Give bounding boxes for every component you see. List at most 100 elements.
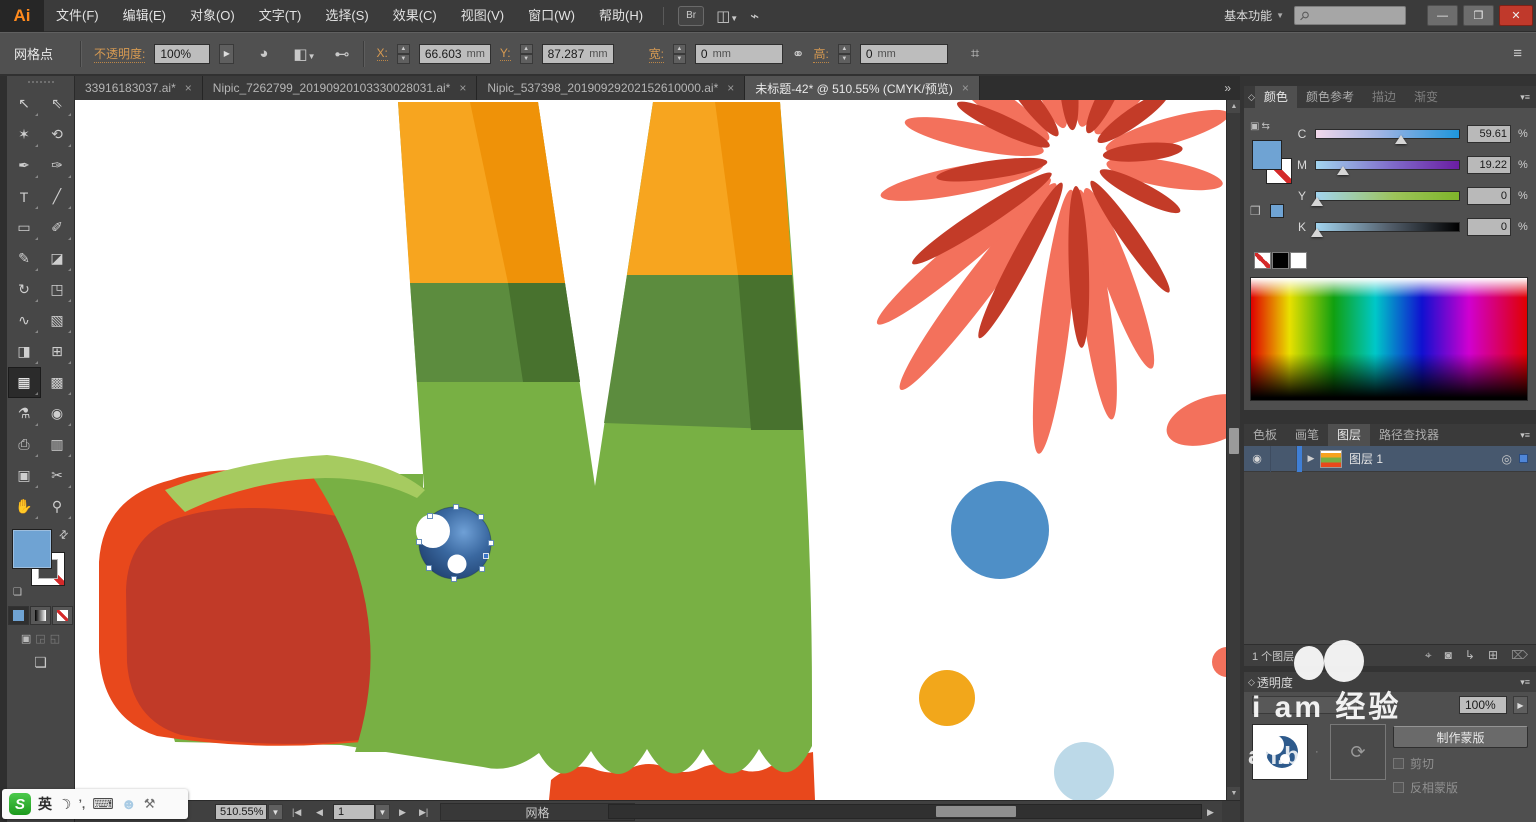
collapse-icon[interactable]: ◇ <box>1244 86 1255 108</box>
close-button[interactable]: ✕ <box>1499 5 1533 26</box>
menu-effect[interactable]: 效果(C) <box>381 0 449 32</box>
arrange-documents-icon[interactable]: ◫▼ <box>716 7 738 25</box>
tool-eraser[interactable]: ◪ <box>41 243 74 274</box>
artboard-dropdown-icon[interactable]: ▼ <box>375 804 390 820</box>
menu-edit[interactable]: 编辑(E) <box>111 0 178 32</box>
tool-direct-selection[interactable]: ⇖ <box>41 88 74 119</box>
opacity-dropdown-icon[interactable]: ▶ <box>1513 696 1528 714</box>
color-spectrum[interactable] <box>1250 277 1528 401</box>
link-dimensions-icon[interactable]: ⚭ <box>792 45 805 63</box>
black-value-input[interactable]: 0 <box>1467 218 1511 236</box>
y-stepper[interactable]: ▲▼ <box>520 44 533 64</box>
hscroll-right-icon[interactable]: ▶ <box>1203 801 1218 822</box>
layer-target-icon[interactable]: ◎ <box>1502 452 1512 466</box>
restore-button[interactable]: ❐ <box>1463 5 1494 26</box>
expand-layer-icon[interactable]: ▶ <box>1302 453 1320 464</box>
horizontal-scrollbar[interactable] <box>608 804 1202 819</box>
transform-icon[interactable]: ⌗ <box>971 45 979 62</box>
user-icon[interactable]: ☻ <box>121 796 137 813</box>
document-tab-active[interactable]: 未标题-42* @ 510.55% (CMYK/预览)× <box>745 76 980 100</box>
menu-object[interactable]: 对象(O) <box>178 0 247 32</box>
cyan-value-input[interactable]: 59.61 <box>1467 125 1511 143</box>
black-swatch[interactable] <box>1272 252 1289 269</box>
width-label[interactable]: 宽: <box>649 45 664 63</box>
visibility-eye-icon[interactable]: ◉ <box>1244 446 1271 472</box>
tab-close-icon[interactable]: × <box>459 81 466 95</box>
tool-artboard[interactable]: ▣ <box>8 460 41 491</box>
black-slider[interactable] <box>1315 222 1460 232</box>
wrench-icon[interactable]: ⚒ <box>144 796 156 812</box>
x-stepper[interactable]: ▲▼ <box>397 44 410 64</box>
tool-mesh[interactable]: ▦ <box>8 367 41 398</box>
tool-curvature[interactable]: ✑ <box>41 150 74 181</box>
collapse-icon[interactable]: ◇ <box>1244 671 1255 693</box>
tool-slice[interactable]: ✂ <box>41 460 74 491</box>
lock-column[interactable] <box>1271 446 1297 472</box>
artboard-first-button[interactable]: |◀ <box>288 801 305 822</box>
height-label[interactable]: 高: <box>813 45 828 63</box>
tool-symbol-sprayer[interactable]: ⎙ <box>8 429 41 460</box>
opacity-label[interactable]: 不透明度: <box>94 45 145 63</box>
tool-shape-builder[interactable]: ◨ <box>8 336 41 367</box>
out-of-gamut-icon[interactable]: ❒ <box>1250 204 1261 218</box>
tool-gradient[interactable]: ▩ <box>41 367 74 398</box>
search-input[interactable]: ⚲ <box>1294 6 1406 25</box>
share-icon[interactable]: ⌁ <box>750 7 759 25</box>
fill-proxy-swatch[interactable] <box>1252 140 1282 170</box>
object-thumbnail[interactable] <box>1252 724 1308 780</box>
sogou-logo[interactable]: S <box>9 793 31 815</box>
slider-thumb[interactable] <box>1395 135 1407 144</box>
slider-thumb[interactable] <box>1311 228 1323 237</box>
tool-perspective-grid[interactable]: ⊞ <box>41 336 74 367</box>
panel-menu-icon[interactable]: ▾≡ <box>1514 86 1536 108</box>
width-stepper[interactable]: ▲▼ <box>673 44 686 64</box>
punctuation-icon[interactable]: ’, <box>79 797 86 811</box>
opacity-dropdown-icon[interactable]: ▶ <box>219 44 234 64</box>
yellow-slider[interactable] <box>1315 191 1460 201</box>
panel-grip[interactable] <box>7 76 74 88</box>
fill-swatch[interactable] <box>12 529 52 569</box>
tool-magic-wand[interactable]: ✶ <box>8 119 41 150</box>
draw-normal-icon[interactable]: ▣ <box>21 632 31 645</box>
last-color-swatch[interactable] <box>1270 204 1284 218</box>
tool-lasso[interactable]: ⟲ <box>41 119 74 150</box>
opacity-input[interactable]: 100% <box>154 44 210 64</box>
x-label[interactable]: X: <box>377 46 388 61</box>
tab-gradient[interactable]: 渐变 <box>1405 86 1447 108</box>
donkey-artwork[interactable] <box>99 102 815 800</box>
panel-menu-icon[interactable]: ▾≡ <box>1514 424 1536 446</box>
artboard-prev-button[interactable]: ◀ <box>312 801 327 822</box>
ime-toolbar[interactable]: S 英 ☽ ’, ⌨ ☻ ⚒ <box>2 789 188 819</box>
y-input[interactable]: 87.287mm <box>542 44 614 64</box>
menu-file[interactable]: 文件(F) <box>44 0 111 32</box>
ime-language-toggle[interactable]: 英 <box>38 794 52 814</box>
control-panel-menu-icon[interactable]: ≡ <box>1513 45 1522 62</box>
make-mask-button[interactable]: 制作蒙版 <box>1393 726 1528 748</box>
none-swatch[interactable] <box>1254 252 1271 269</box>
tab-layers[interactable]: 图层 <box>1328 424 1370 446</box>
tab-brushes[interactable]: 画笔 <box>1286 424 1328 446</box>
tab-swatches[interactable]: 色板 <box>1244 424 1286 446</box>
menu-view[interactable]: 视图(V) <box>449 0 516 32</box>
transparency-opacity-input[interactable]: 100% <box>1459 696 1507 714</box>
scroll-down-icon[interactable]: ▼ <box>1227 787 1241 800</box>
locate-object-icon[interactable]: ⌖ <box>1425 648 1432 663</box>
moon-icon[interactable]: ☽ <box>56 794 74 814</box>
screen-mode-icon[interactable]: ❏ <box>7 654 74 671</box>
tool-rotate[interactable]: ↻ <box>8 274 41 305</box>
height-input[interactable]: 0mm <box>860 44 948 64</box>
delete-layer-icon[interactable]: ⌦ <box>1511 648 1528 663</box>
slider-thumb[interactable] <box>1337 166 1349 175</box>
document-tab[interactable]: Nipic_537398_20190929202152610000.ai*× <box>477 76 745 100</box>
slider-thumb[interactable] <box>1311 197 1323 206</box>
bridge-button[interactable]: Br <box>678 6 704 26</box>
confetti-dots-artwork[interactable] <box>919 384 1226 800</box>
eye-artwork[interactable] <box>416 505 494 582</box>
document-tab[interactable]: Nipic_7262799_20190920103330028031.ai*× <box>203 76 478 100</box>
tool-eyedropper[interactable]: ⚗ <box>8 398 41 429</box>
color-mode-button[interactable] <box>8 606 29 625</box>
none-mode-button[interactable] <box>52 606 73 625</box>
mask-slot[interactable]: ⟳ <box>1330 724 1386 780</box>
selected-anchor-point[interactable] <box>484 554 489 559</box>
invert-mask-checkbox[interactable]: 反相蒙版 <box>1393 779 1528 796</box>
